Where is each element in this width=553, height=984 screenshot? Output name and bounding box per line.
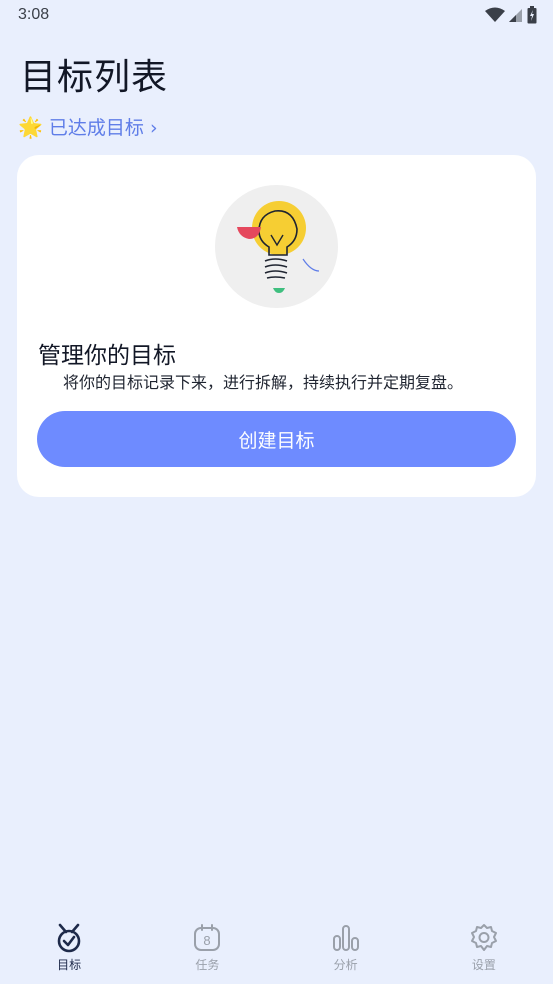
status-bar: 3:08 [0,0,553,30]
nav-label-tasks: 任务 [195,958,220,972]
bar-chart-icon [332,925,359,951]
lightbulb-illustration [215,185,338,308]
nav-item-tasks[interactable]: 8 任务 [138,912,276,984]
screen: 3:08 目标列表 🌟 已达成目标 › 管理你的目标 将你的目标记录下来，进行拆… [0,0,553,984]
page-title: 目标列表 [20,57,169,98]
nav-label-settings: 设置 [471,958,496,972]
medal-check-icon [57,923,81,953]
nav-label-analysis: 分析 [333,958,358,972]
calendar-badge: 8 [204,933,211,948]
calendar-icon: 8 [194,924,221,951]
star-icon: 🌟 [18,114,43,139]
empty-state-card: 管理你的目标 将你的目标记录下来，进行拆解，持续执行并定期复盘。 创建目标 [17,155,536,497]
signal-icon [509,9,522,22]
achieved-goals-link[interactable]: 🌟 已达成目标 › [18,113,158,140]
status-icons [485,6,537,24]
nav-item-settings[interactable]: 设置 [415,912,553,984]
battery-icon [527,6,537,24]
status-time: 3:08 [18,6,50,23]
wifi-icon [485,7,505,22]
nav-item-analysis[interactable]: 分析 [277,912,415,984]
create-goal-button[interactable]: 创建目标 [37,411,516,467]
card-description: 将你的目标记录下来，进行拆解，持续执行并定期复盘。 [63,373,464,392]
nav-item-goals[interactable]: 目标 [0,912,138,984]
nav-label-goals: 目标 [57,958,82,972]
card-title: 管理你的目标 [38,343,176,369]
achieved-goals-label: 已达成目标 › [48,117,158,139]
gear-icon [470,924,497,951]
bottom-nav: 目标 8 任务 分析 设置 [0,912,553,984]
